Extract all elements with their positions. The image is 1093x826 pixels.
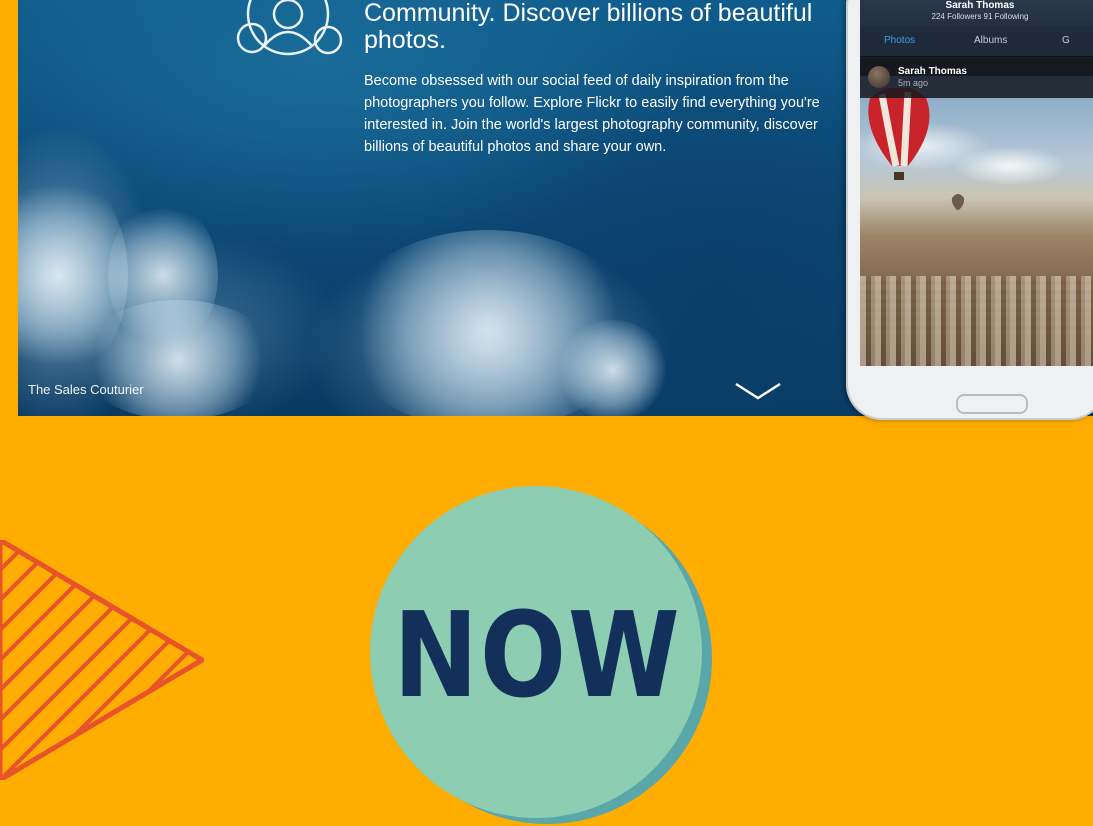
- photo-credit: The Sales Couturier: [28, 382, 144, 397]
- hot-air-balloon: [868, 88, 930, 180]
- phone-home-button: [956, 394, 1028, 414]
- phone-screen: Sarah Thomas 224 Followers 91 Following …: [860, 0, 1093, 366]
- avatar[interactable]: [868, 66, 890, 88]
- badge-label: NOW: [393, 586, 682, 724]
- post-header: Sarah Thomas 5m ago: [860, 58, 1093, 98]
- tab-photos[interactable]: Photos: [884, 35, 915, 46]
- profile-header: Sarah Thomas 224 Followers 91 Following: [860, 0, 1093, 26]
- community-icon: [236, 0, 343, 56]
- hero-headline: Community. Discover billions of beautifu…: [364, 0, 813, 54]
- striped-arrow-icon: [0, 540, 204, 780]
- village-scene: [860, 276, 1093, 366]
- hero-description: Become obsessed with our social feed of …: [364, 73, 820, 155]
- hot-air-balloon: [951, 194, 965, 210]
- post-author[interactable]: Sarah Thomas: [898, 66, 967, 77]
- chevron-down-icon[interactable]: [734, 380, 782, 402]
- post-photo[interactable]: [860, 76, 1093, 366]
- profile-name: Sarah Thomas: [945, 0, 1015, 11]
- profile-stats: 224 Followers 91 Following: [931, 12, 1029, 21]
- frosted-tree: [78, 300, 278, 416]
- tab-albums[interactable]: Albums: [974, 35, 1007, 46]
- post-timestamp: 5m ago: [898, 78, 929, 88]
- phone-mockup: Sarah Thomas 224 Followers 91 Following …: [846, 0, 1093, 420]
- now-badge: NOW: [368, 486, 718, 826]
- tab-groups[interactable]: G: [1062, 35, 1070, 46]
- phone-tab-bar: Photos Albums G: [860, 26, 1093, 57]
- frosted-tree: [558, 320, 668, 416]
